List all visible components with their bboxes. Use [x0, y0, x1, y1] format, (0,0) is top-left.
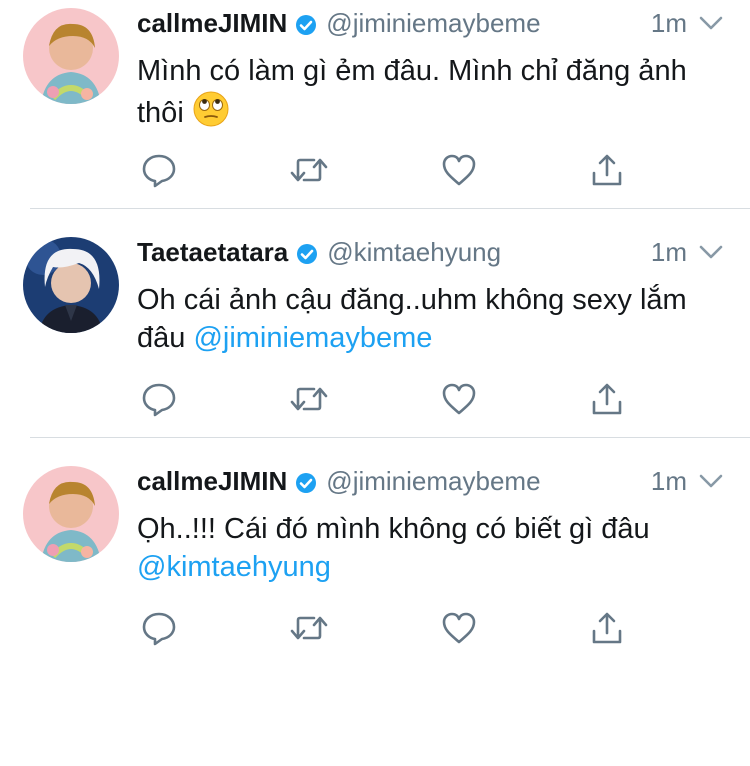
tweet-divider — [30, 437, 750, 438]
tweet-2[interactable]: Taetaetatara @kimtaehyung 1m Oh cái ảnh … — [0, 229, 750, 457]
timestamp[interactable]: 1m — [651, 464, 687, 498]
tweet-header: callmeJIMIN @jiminiemaybeme 1m — [137, 6, 724, 40]
reply-icon[interactable] — [137, 148, 181, 192]
share-icon[interactable] — [585, 148, 629, 192]
timestamp[interactable]: 1m — [651, 6, 687, 40]
timestamp[interactable]: 1m — [651, 235, 687, 269]
tweet-3[interactable]: callmeJIMIN @jiminiemaybeme 1m Ọh..!!! C… — [0, 458, 750, 686]
retweet-icon[interactable] — [287, 377, 331, 421]
retweet-icon[interactable] — [287, 606, 331, 650]
display-name[interactable]: callmeJIMIN — [137, 466, 287, 497]
tweet-text: Oh cái ảnh cậu đăng..uhm không sexy lắm … — [137, 281, 697, 357]
eye-roll-emoji-icon — [192, 90, 230, 128]
mention-link[interactable]: @jiminiemaybeme — [193, 322, 432, 354]
tweet-body: Ọh..!!! Cái đó mình không có biết gì đâu — [137, 513, 650, 545]
tweet-actions — [137, 606, 637, 650]
avatar-taetaetatara[interactable] — [23, 237, 119, 333]
avatar-callmejimin[interactable] — [23, 8, 119, 104]
tweet-actions — [137, 148, 637, 192]
tweet-text: Mình có làm gì ẻm đâu. Mình chỉ đăng ảnh… — [137, 52, 697, 132]
tweet-1[interactable]: callmeJIMIN @jiminiemaybeme 1m Mình có l… — [0, 0, 750, 228]
chevron-down-icon[interactable] — [698, 240, 724, 264]
avatar-callmejimin[interactable] — [23, 466, 119, 562]
like-icon[interactable] — [437, 377, 481, 421]
mention-link[interactable]: @kimtaehyung — [137, 551, 331, 583]
tweet-text: Ọh..!!! Cái đó mình không có biết gì đâu… — [137, 510, 697, 586]
user-handle[interactable]: @kimtaehyung — [327, 237, 501, 268]
tweet-header: Taetaetatara @kimtaehyung 1m — [137, 235, 724, 269]
display-name[interactable]: Taetaetatara — [137, 237, 288, 268]
tweet-divider — [30, 208, 750, 209]
user-handle[interactable]: @jiminiemaybeme — [326, 8, 540, 39]
chevron-down-icon[interactable] — [698, 11, 724, 35]
like-icon[interactable] — [437, 606, 481, 650]
verified-badge-icon — [296, 241, 318, 264]
retweet-icon[interactable] — [287, 148, 331, 192]
verified-badge-icon — [295, 470, 317, 493]
tweet-header: callmeJIMIN @jiminiemaybeme 1m — [137, 464, 724, 498]
tweet-actions — [137, 377, 637, 421]
share-icon[interactable] — [585, 377, 629, 421]
reply-icon[interactable] — [137, 606, 181, 650]
verified-badge-icon — [295, 12, 317, 35]
reply-icon[interactable] — [137, 377, 181, 421]
share-icon[interactable] — [585, 606, 629, 650]
like-icon[interactable] — [437, 148, 481, 192]
display-name[interactable]: callmeJIMIN — [137, 8, 287, 39]
chevron-down-icon[interactable] — [698, 469, 724, 493]
user-handle[interactable]: @jiminiemaybeme — [326, 466, 540, 497]
